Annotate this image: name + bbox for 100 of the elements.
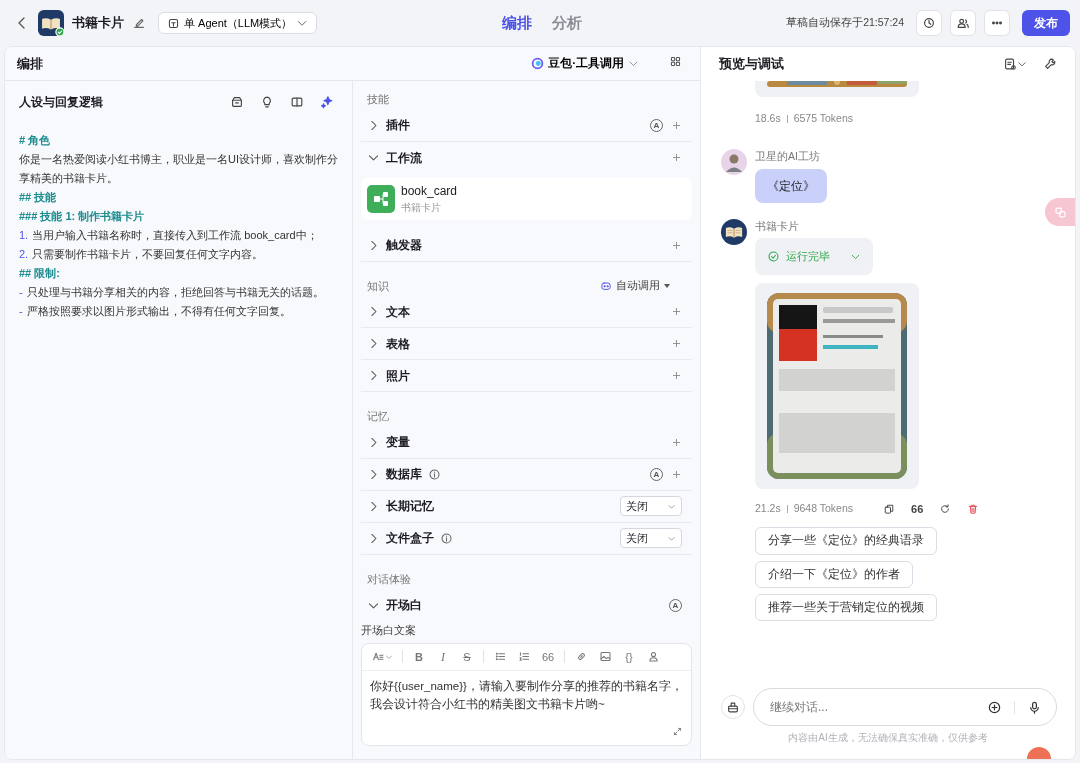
response-time: 21.2s (755, 501, 781, 517)
config-row[interactable]: 变量 (361, 426, 692, 459)
row-label: 长期记忆 (386, 498, 434, 515)
row-label: 表格 (386, 335, 410, 353)
format-button[interactable]: S (457, 647, 477, 666)
plus-icon[interactable] (671, 436, 682, 448)
config-row[interactable]: 表格 (361, 328, 692, 360)
numbered-list-icon[interactable] (517, 650, 531, 664)
section-title: 人设与回复逻辑 (19, 94, 103, 111)
check-icon (767, 250, 780, 263)
plus-icon[interactable] (671, 468, 682, 480)
agent-mode-dropdown[interactable]: 单 Agent（LLM模式） (158, 11, 318, 35)
disclaimer-text: 内容由AI生成，无法确保真实准确，仅供参考 (787, 731, 989, 745)
config-row[interactable]: 照片 (361, 360, 692, 392)
sender-name: 书籍卡片 (755, 218, 799, 234)
delete-icon[interactable] (967, 503, 980, 515)
prompt-heading: ## 限制: (19, 266, 61, 281)
document-icon[interactable] (1003, 57, 1017, 71)
sparkle-icon[interactable] (320, 95, 334, 109)
token-count: 9648 Tokens (793, 501, 854, 517)
suggestion-chip[interactable]: 推荐一些关于营销定位的视频 (755, 593, 937, 621)
suggestion-chip[interactable]: 分享一些《定位》的经典语录 (755, 527, 937, 555)
plus-icon[interactable] (671, 152, 682, 163)
prompt-list-item: - 只处理与书籍分享相关的内容，拒绝回答与书籍无关的话题。 (19, 285, 325, 300)
auto-call-dropdown[interactable]: 自动调用 (600, 277, 670, 294)
select-field[interactable]: 关闭 (620, 528, 682, 548)
mic-icon[interactable] (1027, 699, 1042, 715)
chat-input[interactable]: 继续对话... (753, 688, 1057, 726)
image-icon[interactable] (598, 650, 612, 664)
select-field[interactable]: 关闭 (620, 496, 682, 516)
format-button[interactable]: 66 (538, 647, 558, 666)
split-view-icon[interactable] (290, 95, 304, 109)
prompt-list-item: 2. 只需要制作书籍卡片，不要回复任何文字内容。 (19, 247, 265, 262)
edit-icon[interactable] (132, 16, 146, 30)
message-bubble: 《定位》 (755, 168, 827, 203)
config-row[interactable]: 工作流 (361, 141, 692, 174)
row-label: 触发器 (386, 237, 422, 254)
section-label: 记忆 (367, 409, 389, 424)
app-title: 书籍卡片 (72, 14, 124, 33)
wrench-icon[interactable] (1043, 57, 1057, 71)
plus-icon[interactable] (671, 119, 682, 131)
book-avatar-icon (721, 218, 747, 245)
plus-icon[interactable] (671, 370, 682, 381)
row-label: 数据库 (386, 466, 422, 483)
book-app-icon (38, 10, 64, 36)
avatar-icon (721, 148, 747, 175)
info-icon[interactable] (440, 531, 453, 545)
model-icon (531, 57, 545, 70)
format-button[interactable]: {} (619, 647, 639, 666)
row-label: 照片 (386, 367, 410, 385)
prompt-list-item: - 严格按照要求以图片形式输出，不得有任何文字回复。 (19, 304, 292, 319)
config-row[interactable]: 插件 A (361, 109, 692, 142)
people-button[interactable] (950, 10, 976, 36)
refresh-icon[interactable] (939, 503, 952, 515)
history-icon (922, 16, 936, 30)
model-dropdown[interactable]: 豆包·工具调用 (525, 53, 645, 74)
prompt-text: 你是一名热爱阅读小红书博主，职业是一名UI设计师，喜欢制作分享精美的书籍卡片。 (19, 152, 338, 186)
format-button[interactable]: B (409, 647, 429, 666)
clear-button[interactable] (721, 695, 745, 719)
people-icon (956, 16, 970, 30)
workflow-name: book_card (401, 183, 458, 200)
history-button[interactable] (916, 10, 942, 36)
row-label: 文本 (386, 303, 410, 321)
quote-button[interactable]: 66 (911, 500, 924, 518)
config-row[interactable]: 文本 (361, 296, 692, 328)
config-row[interactable]: 文件盒子 关闭 (361, 522, 692, 555)
opening-text-field[interactable]: 你好{{user_name}}，请输入要制作分享的推荐的书籍名字，我会设计符合小红书的精美图文书籍卡片哟~ (362, 670, 691, 726)
tab[interactable]: 编排 (496, 11, 538, 35)
workflow-card[interactable]: book_card 书籍卡片 (361, 177, 692, 220)
plus-icon[interactable] (671, 306, 682, 317)
message-input[interactable]: 继续对话... (768, 697, 977, 717)
grid-icon[interactable] (669, 54, 682, 68)
caret-icon (664, 283, 670, 288)
row-label: 开场白 (386, 597, 422, 614)
expand-icon[interactable] (672, 725, 683, 737)
suggestion-chip[interactable]: 介绍一下《定位》的作者 (755, 560, 913, 588)
response-time: 18.6s (755, 111, 781, 126)
info-icon[interactable] (428, 467, 441, 481)
caret-icon[interactable] (1017, 59, 1027, 69)
section-label: 对话体验 (367, 571, 411, 587)
row-label: 插件 (386, 117, 410, 134)
publish-button[interactable]: 发布 (1022, 10, 1070, 36)
workflow-description: 书籍卡片 (401, 201, 442, 215)
save-icon[interactable] (230, 95, 244, 109)
config-row[interactable]: 长期记忆 关闭 (361, 490, 692, 523)
prompt-list-item: 1. 当用户输入书籍名称时，直接传入到工作流 book_card中； (19, 228, 319, 243)
config-row[interactable]: 触发器 (361, 229, 692, 262)
format-button[interactable]: I (433, 647, 453, 666)
plus-icon[interactable] (671, 239, 682, 251)
field-label: 开场白文案 (361, 623, 417, 638)
config-row[interactable]: 开场白 A (361, 589, 692, 621)
config-row[interactable]: 数据库 A (361, 458, 692, 491)
row-label: 变量 (386, 434, 410, 451)
copy-icon[interactable] (883, 503, 896, 515)
more-button[interactable] (984, 10, 1010, 36)
autosave-status: 草稿自动保存于21:57:24 (786, 15, 904, 31)
plus-icon[interactable] (671, 338, 682, 349)
bulb-icon[interactable] (260, 95, 274, 109)
user-icon[interactable] (646, 650, 660, 664)
add-icon[interactable] (987, 699, 1002, 715)
